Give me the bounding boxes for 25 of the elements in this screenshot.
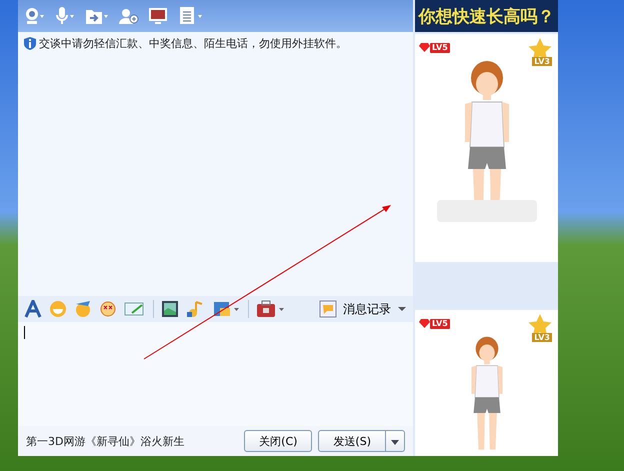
toolbox-icon[interactable] [256,300,286,318]
send-options-button[interactable] [386,430,405,452]
star-level-badge: LV3 [532,333,552,342]
star-level-badge: LV3 [532,57,552,66]
caret-icon [397,306,407,312]
webcam-icon[interactable] [24,6,46,26]
send-button[interactable]: 发送(S) [318,430,386,452]
caret-icon [391,440,399,444]
chat-bubble-icon [319,300,337,318]
font-icon[interactable] [24,300,42,318]
ad-text-link[interactable]: 第一3D网游《新寻仙》浴火新生 [26,434,238,448]
window-dropdown-icon[interactable] [213,300,241,318]
message-history-button[interactable]: 消息记录 [319,300,407,318]
screen-icon[interactable] [148,6,170,26]
close-button[interactable]: 关闭(C) [244,430,312,452]
cartoon-face-icon[interactable] [74,300,92,318]
dizzy-face-icon[interactable] [99,300,117,318]
image-icon[interactable] [161,300,179,318]
screenshot-icon[interactable] [124,300,146,318]
microphone-icon[interactable] [54,6,76,26]
message-input[interactable] [18,322,413,426]
add-contact-icon[interactable] [118,6,140,26]
info-icon [24,37,36,50]
notice-text: 交谈中请勿轻信汇款、中奖信息、陌生电话，勿使用外挂软件。 [39,36,347,51]
ad-banner[interactable]: 你想快速长高吗？ [415,0,558,32]
